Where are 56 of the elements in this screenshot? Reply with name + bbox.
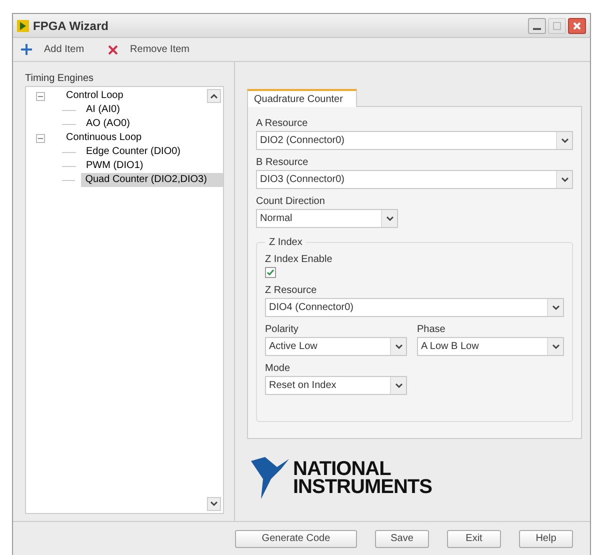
checkbox[interactable] [265, 267, 276, 278]
close-button[interactable] [568, 18, 586, 34]
app-icon [17, 20, 29, 32]
tree-item[interactable]: AO (AO0) [82, 117, 130, 131]
tree-item[interactable]: AI (AI0) [82, 103, 120, 117]
scroll-up-button[interactable] [207, 89, 221, 103]
maximize-icon [552, 20, 562, 30]
window-title: FPGA Wizard [33, 18, 108, 34]
close-icon [572, 20, 582, 30]
field-label: A Resource [256, 117, 309, 131]
collapse-icon[interactable] [36, 134, 45, 142]
checkbox-label: Z Index Enable [265, 253, 334, 267]
dropdown[interactable]: Reset on Index [265, 376, 407, 395]
tree-item[interactable]: Quad Counter (DIO2,DIO3) [81, 173, 223, 187]
chevron-down-icon [560, 176, 568, 182]
chevron-down-icon [560, 138, 568, 144]
collapse-icon[interactable] [36, 92, 45, 100]
field-label: Mode [265, 362, 292, 376]
field-label: B Resource [256, 156, 310, 170]
dropdown[interactable]: Active Low [265, 337, 407, 356]
dropdown[interactable]: DIO2 (Connector0) [256, 131, 573, 150]
field-label: Phase [417, 323, 446, 337]
add-item-button[interactable]: Add Item [21, 42, 84, 57]
tree-item[interactable]: Control Loop [62, 89, 124, 103]
minimize-icon [533, 28, 541, 30]
close-icon [108, 44, 118, 54]
logo-text: INSTRUMENTS [293, 478, 432, 496]
field-label: Count Direction [256, 195, 326, 209]
remove-item-button[interactable]: Remove Item [108, 42, 190, 57]
scroll-down-button[interactable] [207, 497, 221, 511]
field-label: Polarity [265, 323, 300, 337]
logo-text: NATIONAL [293, 460, 391, 478]
dropdown[interactable]: DIO4 (Connector0) [265, 298, 564, 317]
chevron-down-icon [394, 382, 402, 388]
chevron-up-icon [210, 93, 218, 99]
field-label: Z Resource [265, 284, 318, 298]
chevron-down-icon [552, 304, 560, 310]
dialog-button[interactable]: Save [375, 530, 429, 548]
dialog-button[interactable]: Exit [447, 530, 501, 548]
minimize-button[interactable] [528, 18, 546, 34]
chevron-down-icon [210, 501, 218, 507]
tree-item[interactable]: Edge Counter (DIO0) [82, 145, 180, 159]
tree-item[interactable]: Continuous Loop [62, 131, 142, 145]
dropdown[interactable]: Normal [256, 209, 398, 228]
dropdown[interactable]: DIO3 (Connector0) [256, 170, 573, 189]
tree-item[interactable]: PWM (DIO1) [82, 159, 144, 173]
eagle-icon [251, 455, 291, 501]
chevron-down-icon [552, 344, 560, 350]
plus-icon [21, 44, 32, 55]
chevron-down-icon [394, 344, 402, 350]
dialog-button[interactable]: Generate Code [235, 530, 357, 548]
dialog-button[interactable]: Help [519, 530, 573, 548]
dropdown[interactable]: A Low B Low [417, 337, 564, 356]
tree-label: Timing Engines [25, 72, 95, 86]
chevron-down-icon [386, 216, 394, 222]
tab[interactable]: Quadrature Counter [247, 89, 357, 107]
